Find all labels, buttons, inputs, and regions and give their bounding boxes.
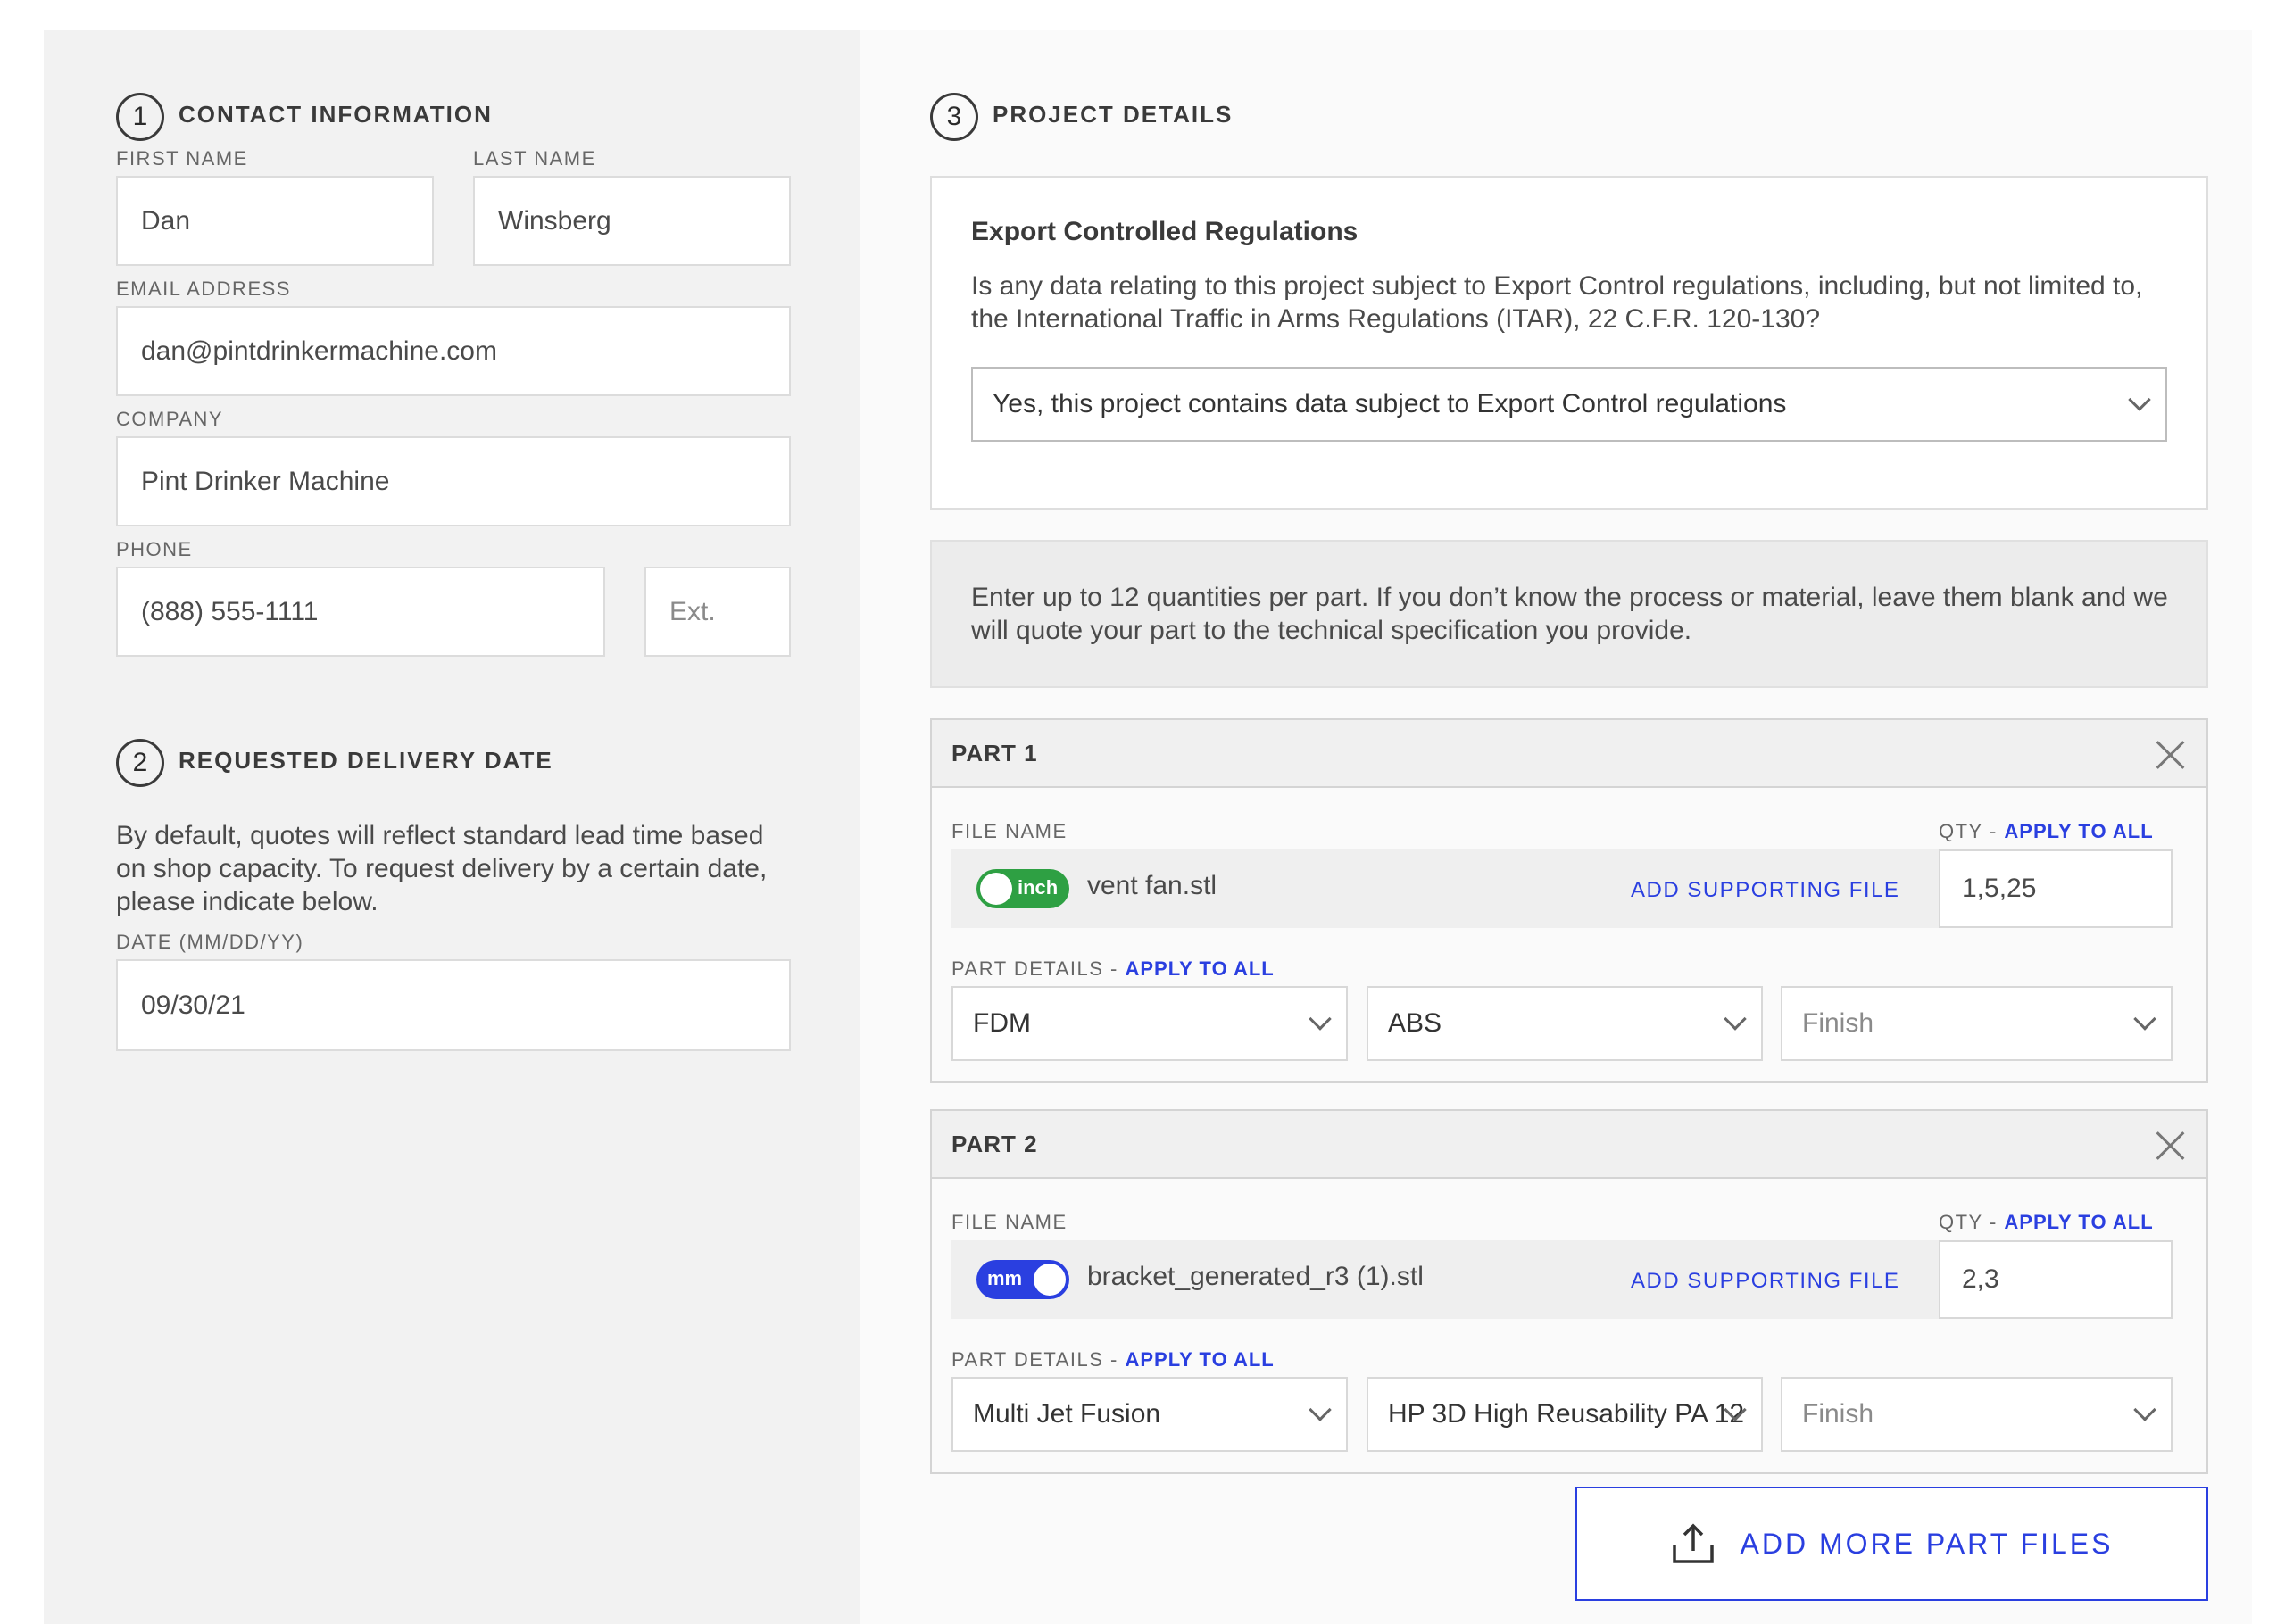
unit-toggle-inch[interactable]: inch [976, 869, 1069, 908]
part-title: PART 1 [951, 740, 1038, 766]
quantity-info-box: Enter up to 12 quantities per part. If y… [930, 540, 2208, 688]
finish-placeholder: Finish [1802, 1008, 1874, 1038]
part-details-label: PART DETAILS - APPLY TO ALL [951, 957, 1275, 981]
chevron-down-icon [2133, 1007, 2156, 1031]
unit-label: inch [1018, 876, 1059, 899]
add-more-part-files-button[interactable]: ADD MORE PART FILES [1575, 1487, 2208, 1601]
file-name-label: FILE NAME [951, 820, 1068, 842]
delivery-description: By default, quotes will reflect standard… [116, 821, 768, 916]
qty-apply-to-all-link[interactable]: APPLY TO ALL [2004, 1211, 2153, 1233]
first-name-label: FIRST NAME [116, 147, 248, 170]
email-label: EMAIL ADDRESS [116, 278, 291, 300]
part-details-label-text: PART DETAILS [951, 1348, 1104, 1371]
file-name: vent fan.stl [1087, 871, 1217, 900]
part-title: PART 2 [951, 1131, 1038, 1157]
part-details-label: PART DETAILS - APPLY TO ALL [951, 1348, 1275, 1371]
file-row: mm bracket_generated_r3 (1).stl ADD SUPP… [951, 1240, 1940, 1319]
material-select[interactable]: ABS [1367, 986, 1763, 1061]
part-header: PART 1 [932, 720, 2206, 788]
process-value: FDM [973, 1008, 1031, 1038]
close-icon[interactable] [2155, 738, 2187, 770]
part-card-1: PART 1 FILE NAME inch vent fan.stl ADD S… [930, 718, 2208, 1083]
add-supporting-file-link[interactable]: ADD SUPPORTING FILE [1631, 878, 1899, 903]
label-separator: - [1103, 1348, 1126, 1371]
date-label: DATE (MM/DD/YY) [116, 931, 304, 953]
process-select[interactable]: FDM [951, 986, 1348, 1061]
last-name-field[interactable]: Winsberg [473, 176, 791, 266]
project-panel: 3 PROJECT DETAILS Export Controlled Regu… [860, 30, 2252, 1624]
company-label: COMPANY [116, 408, 224, 430]
qty-field[interactable]: 1,5,25 [1939, 849, 2173, 928]
export-control-select[interactable]: Yes, this project contains data subject … [971, 367, 2167, 442]
qty-apply-to-all-link[interactable]: APPLY TO ALL [2004, 820, 2153, 842]
finish-select[interactable]: Finish [1781, 1377, 2173, 1452]
phone-ext-field[interactable]: Ext. [644, 567, 791, 657]
project-section-title: PROJECT DETAILS [993, 101, 1234, 128]
material-value: ABS [1388, 1008, 1442, 1038]
chevron-down-icon [1724, 1007, 1747, 1031]
part-card-2: PART 2 FILE NAME mm bracket_generated_r3… [930, 1109, 2208, 1474]
file-row: inch vent fan.stl ADD SUPPORTING FILE [951, 849, 1940, 928]
phone-label: PHONE [116, 538, 193, 560]
material-select[interactable]: HP 3D High Reusability PA 12 [1367, 1377, 1763, 1452]
quantity-info-text: Enter up to 12 quantities per part. If y… [971, 583, 2168, 645]
export-control-box: Export Controlled Regulations Is any dat… [930, 176, 2208, 510]
qty-label-text: QTY [1939, 820, 1983, 842]
label-separator: - [1103, 957, 1126, 980]
label-separator: - [1982, 1211, 2005, 1233]
add-more-part-files-label: ADD MORE PART FILES [1740, 1527, 2114, 1560]
qty-label: QTY - APPLY TO ALL [1939, 820, 2154, 843]
toggle-knob [1034, 1264, 1066, 1296]
details-apply-to-all-link[interactable]: APPLY TO ALL [1125, 957, 1274, 980]
last-name-label: LAST NAME [473, 147, 596, 170]
first-name-field[interactable]: Dan [116, 176, 434, 266]
phone-field[interactable]: (888) 555-1111 [116, 567, 605, 657]
process-value: Multi Jet Fusion [973, 1399, 1161, 1429]
qty-field[interactable]: 2,3 [1939, 1240, 2173, 1319]
finish-placeholder: Finish [1802, 1399, 1874, 1429]
file-name-label: FILE NAME [951, 1211, 1068, 1233]
unit-toggle-mm[interactable]: mm [976, 1260, 1069, 1299]
label-separator: - [1982, 820, 2005, 842]
material-value: HP 3D High Reusability PA 12 [1388, 1399, 1745, 1429]
close-icon[interactable] [2155, 1129, 2187, 1161]
export-control-selected: Yes, this project contains data subject … [993, 389, 1787, 418]
company-field[interactable]: Pint Drinker Machine [116, 436, 791, 526]
step-1-badge: 1 [116, 93, 164, 141]
contact-panel: 1 CONTACT INFORMATION FIRST NAME Dan LAS… [44, 30, 860, 1624]
qty-label-text: QTY [1939, 1211, 1983, 1233]
chevron-down-icon [1309, 1398, 1332, 1421]
chevron-down-icon [2133, 1398, 2156, 1421]
part-details-label-text: PART DETAILS [951, 957, 1104, 980]
contact-section-title: CONTACT INFORMATION [179, 101, 493, 128]
export-control-question: Is any data relating to this project sub… [971, 271, 2143, 334]
chevron-down-icon [2128, 388, 2151, 411]
email-field[interactable]: dan@pintdrinkermachine.com [116, 306, 791, 396]
finish-select[interactable]: Finish [1781, 986, 2173, 1061]
add-supporting-file-link[interactable]: ADD SUPPORTING FILE [1631, 1269, 1899, 1294]
process-select[interactable]: Multi Jet Fusion [951, 1377, 1348, 1452]
details-apply-to-all-link[interactable]: APPLY TO ALL [1125, 1348, 1274, 1371]
delivery-date-field[interactable]: 09/30/21 [116, 959, 791, 1051]
delivery-section-title: REQUESTED DELIVERY DATE [179, 747, 553, 774]
unit-label: mm [987, 1267, 1023, 1289]
step-2-badge: 2 [116, 739, 164, 787]
qty-label: QTY - APPLY TO ALL [1939, 1211, 2154, 1234]
chevron-down-icon [1309, 1007, 1332, 1031]
export-control-title: Export Controlled Regulations [971, 217, 1359, 246]
toggle-knob [980, 873, 1012, 905]
file-name: bracket_generated_r3 (1).stl [1087, 1262, 1424, 1291]
step-3-badge: 3 [930, 93, 978, 141]
part-header: PART 2 [932, 1111, 2206, 1179]
upload-icon [1672, 1523, 1714, 1563]
